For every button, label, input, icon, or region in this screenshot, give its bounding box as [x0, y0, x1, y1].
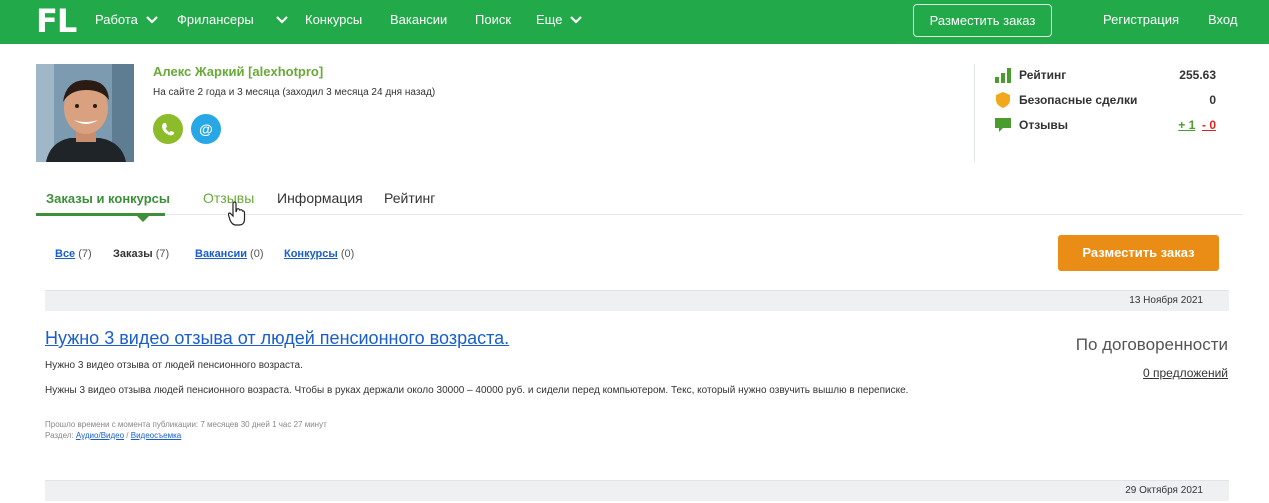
fl-logo[interactable]: FL [36, 5, 77, 37]
project-subtitle: Нужно 3 видео отзыва от людей пенсионног… [45, 360, 303, 371]
comment-icon [995, 118, 1011, 132]
reviews-positive[interactable]: + 1 [1178, 118, 1195, 132]
reviews-values: + 1 - 0 [1178, 118, 1216, 132]
shield-icon [996, 92, 1010, 108]
rating-bars-icon [995, 68, 1011, 83]
phone-icon[interactable] [153, 114, 183, 144]
chevron-down-icon[interactable] [145, 15, 159, 25]
project-budget: По договоренности [1075, 335, 1228, 354]
active-tab-caret [137, 216, 149, 222]
project-elapsed: Прошло времени с момента публикации: 7 м… [45, 420, 327, 429]
filter-orders-count: (7) [155, 248, 170, 260]
chevron-down-icon[interactable] [569, 15, 583, 25]
tabs-divider [36, 214, 1243, 215]
safe-deals-value: 0 [1209, 93, 1216, 107]
nav-work[interactable]: Работа [95, 12, 138, 28]
filter-all-count: (7) [78, 248, 92, 260]
filter-contests-count: (0) [340, 248, 355, 260]
filter-all-link[interactable]: Все [55, 248, 75, 260]
register-link[interactable]: Регистрация [1103, 12, 1179, 28]
tab-rating[interactable]: Рейтинг [384, 190, 435, 206]
stat-reviews: Отзывы + 1 - 0 [994, 116, 1216, 134]
section-category-link[interactable]: Аудио/Видео [76, 431, 124, 440]
top-navbar: FL Работа Фрилансеры Конкурсы Вакансии П… [0, 0, 1269, 44]
reviews-negative[interactable]: - 0 [1202, 118, 1216, 132]
safe-deals-label: Безопасные сделки [1019, 93, 1138, 107]
profile-since: На сайте 2 года и 3 месяца (заходил 3 ме… [153, 87, 436, 98]
avatar-photo [36, 64, 134, 162]
date-label: 13 Ноября 2021 [1129, 295, 1203, 306]
stat-rating: Рейтинг 255.63 [994, 66, 1216, 84]
date-label: 29 Октября 2021 [1125, 485, 1203, 496]
filter-vacancies-count: (0) [250, 248, 264, 260]
project-description: Нужны 3 видео отзыва людей пенсионного в… [45, 385, 909, 396]
nav-search[interactable]: Поиск [475, 12, 511, 28]
hand-cursor-icon [228, 201, 246, 226]
filter-orders-label: Заказы [113, 248, 153, 260]
section-subcategory-link[interactable]: Видеосъемка [131, 431, 181, 440]
nav-contests[interactable]: Конкурсы [305, 12, 362, 28]
email-icon[interactable]: @ [191, 114, 221, 144]
project-section: Раздел: Аудио/Видео / Видеосъемка [45, 431, 182, 440]
filter-all[interactable]: Все (7) [55, 248, 92, 260]
rating-label: Рейтинг [1019, 68, 1067, 82]
stats-divider [974, 64, 975, 162]
date-separator: 29 Октября 2021 [45, 480, 1229, 501]
avatar [36, 64, 134, 162]
filter-contests[interactable]: Конкурсы (0) [284, 248, 354, 260]
profile-name: Алекс Жаркий [alexhotpro] [153, 64, 324, 79]
filter-vacancies-link[interactable]: Вакансии [195, 248, 247, 260]
reviews-label: Отзывы [1019, 118, 1069, 132]
nav-more[interactable]: Еще [536, 12, 562, 28]
filter-contests-link[interactable]: Конкурсы [284, 248, 338, 260]
tab-orders-contests[interactable]: Заказы и конкурсы [46, 191, 170, 206]
login-link[interactable]: Вход [1208, 12, 1237, 28]
rating-value: 255.63 [1179, 68, 1216, 82]
stat-safe-deals: Безопасные сделки 0 [994, 91, 1216, 109]
nav-freelancers[interactable]: Фрилансеры [177, 12, 254, 28]
date-separator: 13 Ноября 2021 [45, 290, 1229, 311]
filter-vacancies[interactable]: Вакансии (0) [195, 248, 264, 260]
place-order-button[interactable]: Разместить заказ [1058, 235, 1219, 271]
place-order-top-button[interactable]: Разместить заказ [913, 4, 1052, 37]
project-offers-link[interactable]: 0 предложений [1143, 366, 1228, 380]
nav-vacancies[interactable]: Вакансии [390, 12, 447, 28]
tab-information[interactable]: Информация [277, 190, 363, 206]
filter-orders[interactable]: Заказы (7) [113, 248, 169, 260]
phone-glyph [162, 123, 174, 136]
project-title-link[interactable]: Нужно 3 видео отзыва от людей пенсионног… [45, 328, 509, 349]
project-meta: Прошло времени с момента публикации: 7 м… [45, 419, 327, 441]
section-label: Раздел: [45, 431, 74, 440]
chevron-down-icon[interactable] [275, 15, 289, 25]
